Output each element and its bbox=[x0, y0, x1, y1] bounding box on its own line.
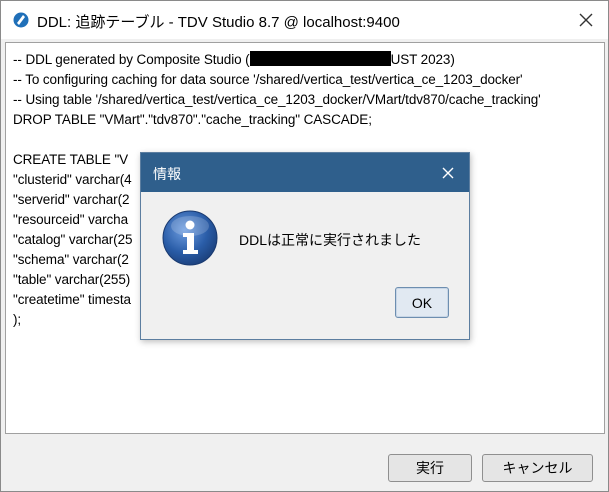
redaction-bar bbox=[249, 51, 391, 66]
dialog-title: 情報 bbox=[153, 166, 181, 182]
code-line: -- To configuring caching for data sourc… bbox=[13, 72, 523, 87]
info-icon bbox=[162, 210, 218, 266]
code-line: "schema" varchar(2 bbox=[13, 252, 129, 267]
code-line: CREATE TABLE "V bbox=[13, 152, 129, 167]
ddl-window: DDL: 追跡テーブル - TDV Studio 8.7 @ localhost… bbox=[0, 0, 609, 492]
close-icon bbox=[579, 13, 593, 27]
info-dialog: 情報 DDLは正常に実行されました OK bbox=[140, 152, 470, 340]
code-line: "createtime" timesta bbox=[13, 292, 131, 307]
code-line: "clusterid" varchar(4 bbox=[13, 172, 132, 187]
code-line-text: UST 2023) bbox=[390, 52, 455, 67]
code-line: "catalog" varchar(25 bbox=[13, 232, 133, 247]
dialog-message: DDLは正常に実行されました bbox=[239, 232, 422, 248]
dialog-titlebar[interactable]: 情報 bbox=[141, 153, 469, 192]
code-line-text: -- DDL generated by Composite Studio ( bbox=[13, 52, 250, 67]
close-icon bbox=[442, 167, 454, 179]
code-line: DROP TABLE "VMart"."tdv870"."cache_track… bbox=[13, 112, 372, 127]
execute-button[interactable]: 実行 bbox=[388, 454, 472, 482]
code-line: "resourceid" varcha bbox=[13, 212, 128, 227]
code-line: -- DDL generated by Composite Studio ( US… bbox=[13, 50, 455, 70]
dialog-close-button[interactable] bbox=[436, 161, 460, 185]
code-line: "serverid" varchar(2 bbox=[13, 192, 130, 207]
ok-button[interactable]: OK bbox=[395, 287, 449, 318]
code-line: ); bbox=[13, 312, 22, 327]
window-close-button[interactable] bbox=[571, 5, 601, 35]
code-line: -- Using table '/shared/vertica_test/ver… bbox=[13, 92, 541, 107]
cancel-button[interactable]: キャンセル bbox=[482, 454, 593, 482]
window-title: DDL: 追跡テーブル - TDV Studio 8.7 @ localhost… bbox=[37, 14, 400, 31]
app-logo-icon bbox=[13, 12, 29, 28]
button-bar: 実行 キャンセル bbox=[1, 437, 608, 491]
code-line: "table" varchar(255) bbox=[13, 272, 131, 287]
window-titlebar[interactable]: DDL: 追跡テーブル - TDV Studio 8.7 @ localhost… bbox=[1, 1, 608, 39]
